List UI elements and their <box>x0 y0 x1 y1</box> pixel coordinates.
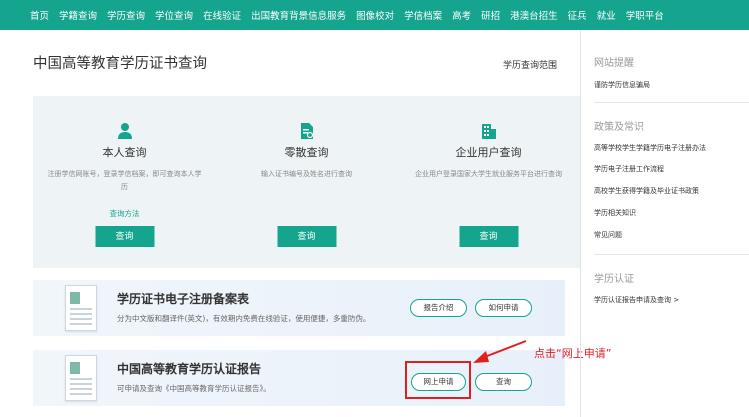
nav-enrollment-query[interactable]: 学籍查询 <box>59 8 97 22</box>
building-icon <box>481 122 497 144</box>
how-to-apply-button[interactable]: 如何申请 <box>475 299 532 317</box>
sidebar-item-certification-apply[interactable]: 学历认证报告申请及查询 > <box>594 295 679 305</box>
certificate-thumbnail <box>65 355 97 401</box>
nav-diploma-query[interactable]: 学历查询 <box>107 8 145 22</box>
card-title: 零散查询 <box>284 146 329 159</box>
report-query-button[interactable]: 查询 <box>475 373 532 391</box>
nav-hk-macau-tw[interactable]: 港澳台招生 <box>510 8 558 22</box>
divider <box>594 102 749 103</box>
divider <box>594 254 749 255</box>
sidebar-heading-certification: 学历认证 <box>594 274 634 285</box>
nav-military[interactable]: 征兵 <box>568 8 587 22</box>
page-title: 中国高等教育学历证书查询 <box>33 56 207 72</box>
top-nav: 首页 学籍查询 学历查询 学位查询 在线验证 出国教育背景信息服务 图像校对 学… <box>0 0 749 30</box>
sidebar-item-faq[interactable]: 常见问题 <box>594 230 622 240</box>
card-description: 企业用户登录国家大学生就业服务平台进行查询 <box>415 170 562 178</box>
card-enterprise-query: 企业用户查询 企业用户登录国家大学生就业服务平台进行查询 查询 <box>397 96 580 268</box>
single-query-button[interactable]: 查询 <box>277 226 336 247</box>
arrow-icon <box>470 338 530 370</box>
card-single-query: 零散查询 输入证书编号及姓名进行查询 查询 <box>215 96 398 268</box>
nav-career-platform[interactable]: 学职平台 <box>626 8 664 22</box>
nav-graduate[interactable]: 研招 <box>481 8 500 22</box>
query-method-link[interactable]: 查询方法 <box>33 208 216 219</box>
sidebar-heading-policy: 政策及常识 <box>594 122 644 133</box>
nav-gaokao[interactable]: 高考 <box>452 8 471 22</box>
nav-archive[interactable]: 学信档案 <box>404 8 442 22</box>
self-query-button[interactable]: 查询 <box>95 226 154 247</box>
nav-overseas-service[interactable]: 出国教育背景信息服务 <box>251 8 346 22</box>
report-intro-button[interactable]: 报告介绍 <box>410 299 467 317</box>
user-icon <box>117 122 133 144</box>
certificate-thumbnail <box>65 285 97 331</box>
query-scope-link[interactable]: 学历查询范围 <box>503 58 557 71</box>
banner-title: 学历证书电子注册备案表 <box>117 292 250 306</box>
nav-online-verify[interactable]: 在线验证 <box>203 8 241 22</box>
banner-description: 分为中文版和翻译件(英文)，有效期内免费在线验证，使用便捷，多重防伪。 <box>117 314 371 323</box>
sidebar-item-diploma-policy[interactable]: 高校学生获得学籍及毕业证书政策 <box>594 186 699 196</box>
card-description: 注册学信网账号，登录学信档案，即可查询本人学历 <box>47 170 202 191</box>
banner-description: 可申请及查询《中国高等教育学历认证报告》。 <box>117 384 271 393</box>
sidebar: 网站提醒 谨防学历信息骗局 政策及常识 高等学校学生学籍学历电子注册办法 学历电… <box>580 30 749 417</box>
enterprise-query-button[interactable]: 查询 <box>459 226 518 247</box>
sidebar-item-registration-flow[interactable]: 学历电子注册工作流程 <box>594 164 664 174</box>
sidebar-item-registration-rules[interactable]: 高等学校学生学籍学历电子注册办法 <box>594 143 706 153</box>
nav-degree-query[interactable]: 学位查询 <box>155 8 193 22</box>
card-self-query: 本人查询 注册学信网账号，登录学信档案，即可查询本人学历 查询方法 查询 <box>33 96 216 268</box>
card-description: 输入证书编号及姓名进行查询 <box>261 170 352 178</box>
sidebar-item-knowledge[interactable]: 学历相关知识 <box>594 208 636 218</box>
nav-image-check[interactable]: 图像校对 <box>356 8 394 22</box>
sidebar-heading-notice: 网站提醒 <box>594 58 634 69</box>
highlight-box <box>405 361 471 399</box>
document-search-icon <box>299 122 315 144</box>
banner-title: 中国高等教育学历认证报告 <box>117 362 262 376</box>
banner-registration-form: 学历证书电子注册备案表 分为中文版和翻译件(英文)，有效期内免费在线验证，使用便… <box>33 280 565 336</box>
card-title: 本人查询 <box>102 146 147 159</box>
nav-employment[interactable]: 就业 <box>597 8 616 22</box>
nav-home[interactable]: 首页 <box>30 8 49 22</box>
card-title: 企业用户查询 <box>455 146 522 159</box>
sidebar-item-fraud-warning[interactable]: 谨防学历信息骗局 <box>594 80 650 90</box>
